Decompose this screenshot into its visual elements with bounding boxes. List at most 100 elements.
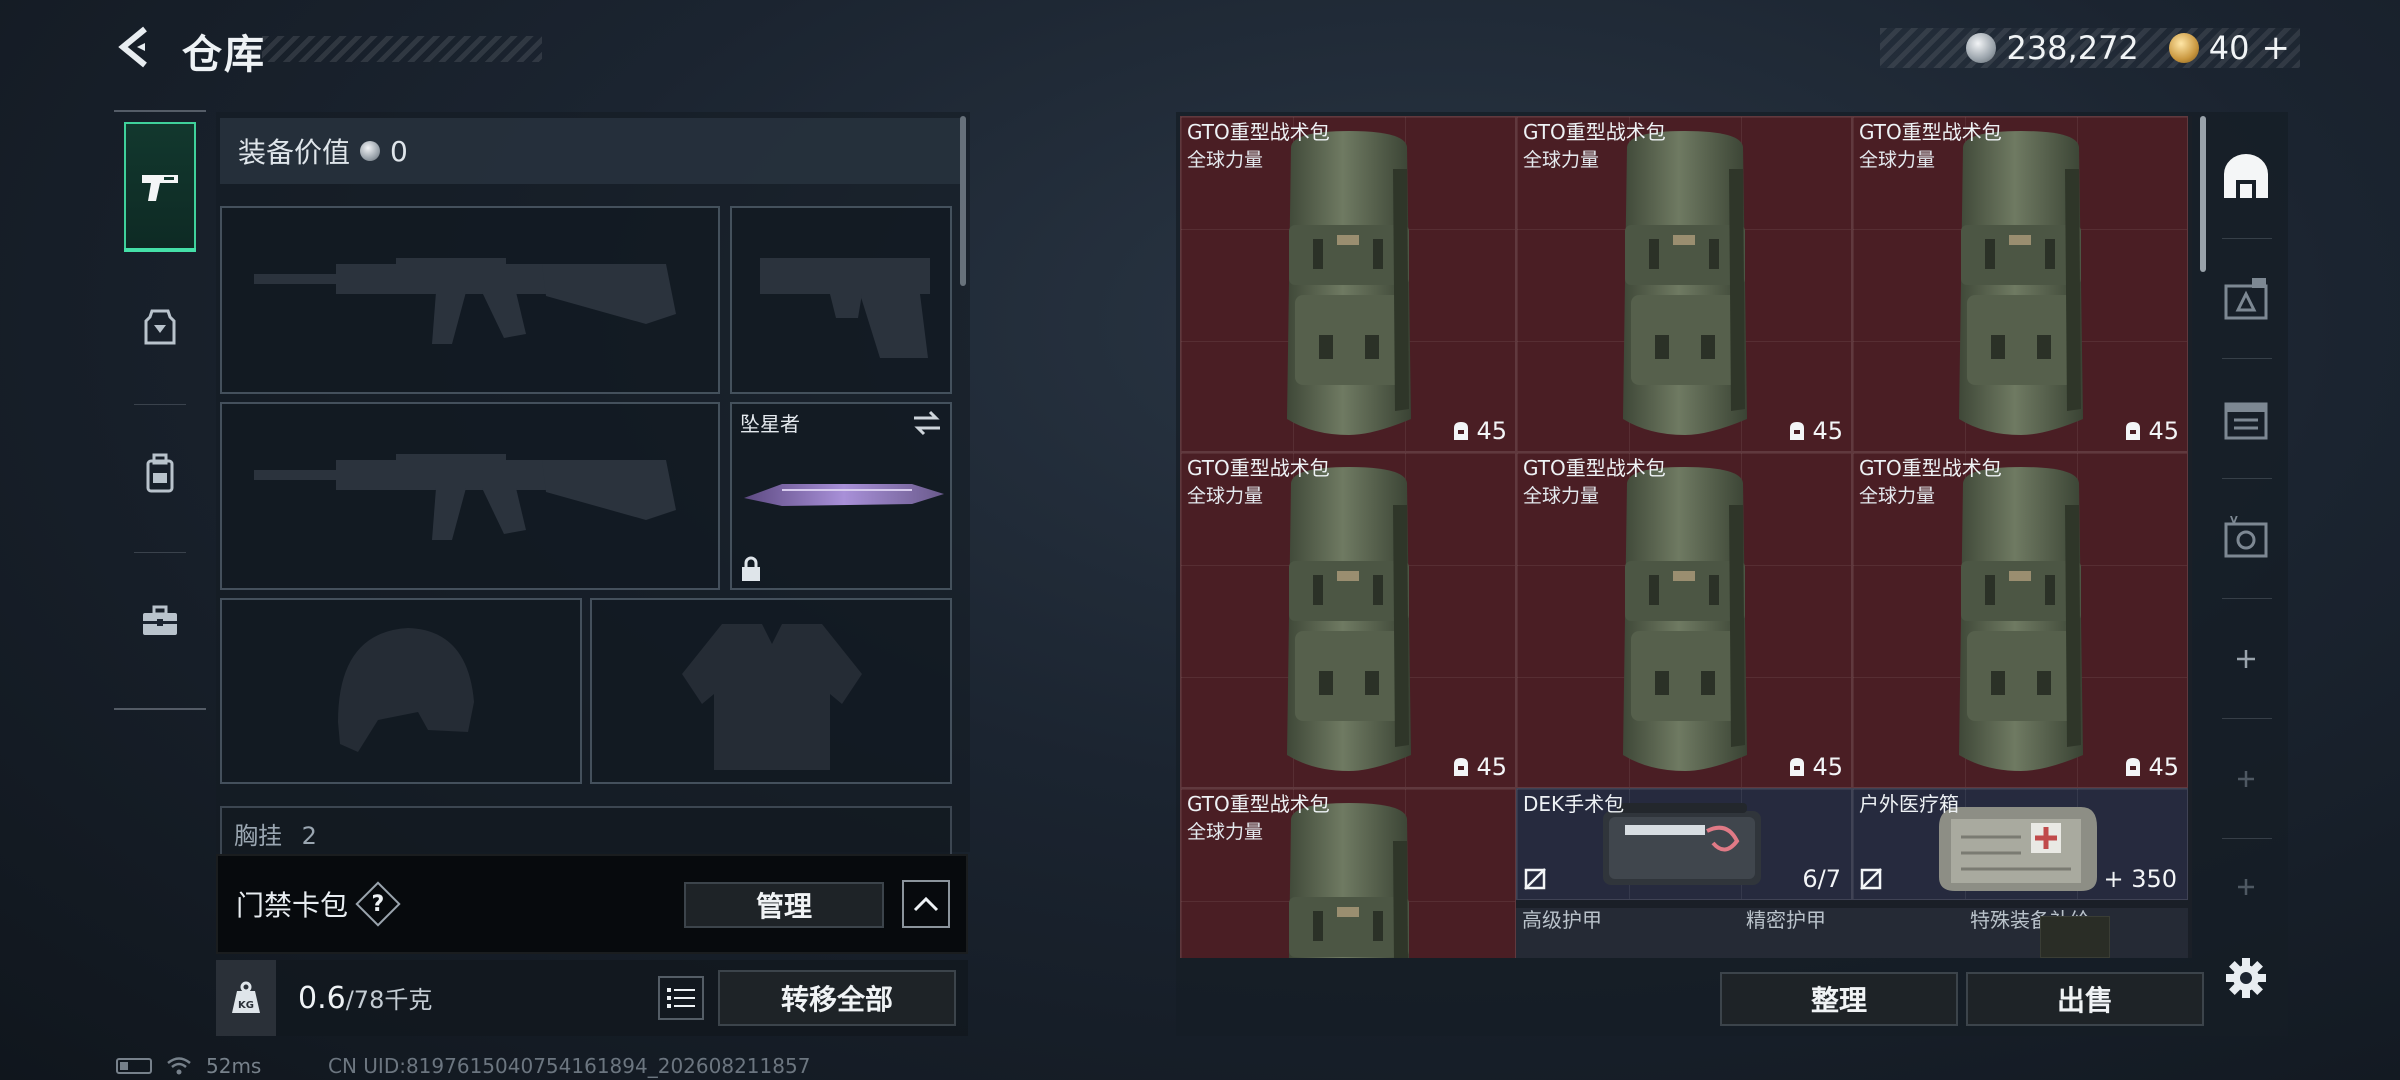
help-icon[interactable]: ? (355, 881, 401, 927)
stash-item-backpack[interactable]: GTO重型战术包 全球力量 45 (1180, 452, 1516, 788)
item-name: GTO重型战术包 (1187, 120, 1330, 144)
settings-button[interactable] (2222, 954, 2270, 1002)
no-use-icon (1860, 868, 1882, 890)
left-category-tabs (114, 110, 206, 710)
item-capacity-badge: 45 (1786, 417, 1843, 445)
add-currency-button[interactable]: + (2262, 28, 2291, 68)
backpack-icon (1959, 131, 2083, 435)
equipment-value-bar: 装备价值 0 (220, 118, 960, 184)
arrange-button[interactable]: 整理 (1720, 972, 1958, 1026)
tab-case[interactable] (124, 556, 196, 686)
weight-capacity: /78千克 (345, 986, 433, 1014)
item-uses: 6/7 (1802, 865, 1841, 893)
helmet-silhouette-icon (338, 628, 474, 752)
rifle-silhouette-icon (254, 258, 676, 344)
capacity-icon (2126, 758, 2141, 776)
no-use-icon (1524, 868, 1546, 890)
partial-item[interactable] (2040, 916, 2110, 958)
tab-stash-2[interactable] (2210, 244, 2282, 354)
primary-weapon-slot[interactable] (220, 206, 720, 394)
item-name: GTO重型战术包 (1859, 456, 2002, 480)
chest-rig-slot[interactable]: 胸挂 2 (220, 806, 952, 856)
silver-coin-icon (1966, 33, 1997, 63)
access-card-label: 门禁卡包 (236, 889, 349, 922)
add-stash-tab-button[interactable] (2210, 604, 2282, 714)
stash-home-icon (2224, 154, 2268, 198)
equipment-value-label: 装备价值 (238, 136, 351, 169)
armor-silhouette-icon (682, 624, 862, 770)
stash-grid: GTO重型战术包 全球力量 45 GTO重型战术包 全球力量 45 GTO重型战… (1180, 116, 2192, 958)
manage-button[interactable]: 管理 (684, 882, 884, 928)
item-brand: 全球力量 (1859, 485, 1936, 507)
add-stash-tab-button-2[interactable] (2210, 724, 2282, 834)
backpack-icon (1959, 467, 2083, 771)
item-name: GTO重型战术包 (1859, 120, 2002, 144)
item-name: 户外医疗箱 (1859, 792, 1959, 816)
secondary-weapon-slot[interactable] (220, 402, 720, 590)
wifi-icon (167, 1057, 191, 1075)
plus-icon (2238, 771, 2254, 787)
gold-coin-icon (2168, 33, 2199, 63)
backpack-icon (1287, 467, 1411, 771)
swap-icon[interactable] (912, 410, 942, 436)
item-capacity-badge: 45 (1450, 753, 1507, 781)
battery-icon (116, 1058, 152, 1074)
gold-currency-value: 40 (2208, 29, 2250, 67)
item-name: GTO重型战术包 (1187, 792, 1330, 816)
stash-scrollbar[interactable] (2200, 116, 2206, 272)
chevron-up-icon (913, 896, 939, 912)
backpack-icon (1287, 131, 1411, 435)
equipment-scrollbar[interactable] (960, 116, 966, 286)
silver-currency-value: 238,272 (2006, 29, 2139, 67)
item-capacity-badge: 45 (1450, 417, 1507, 445)
tab-stash-main[interactable] (2210, 122, 2282, 232)
collapse-button[interactable] (902, 880, 950, 928)
plus-icon (2238, 879, 2254, 895)
list-view-button[interactable] (658, 976, 704, 1020)
tab-armor[interactable] (124, 262, 196, 392)
briefcase-icon (143, 605, 177, 635)
item-capacity-badge: 45 (2122, 417, 2179, 445)
back-button[interactable] (112, 24, 158, 70)
capacity-icon (1454, 758, 1469, 776)
user-uid: CN UID:8197615040754161894_202608211857 (328, 1054, 811, 1078)
pistol-silhouette-icon (760, 258, 930, 358)
safe-icon: V (2224, 516, 2268, 558)
tab-stash-3[interactable] (2210, 364, 2282, 474)
capacity-icon (1454, 422, 1469, 440)
capacity-icon (1790, 422, 1805, 440)
stash-item-backpack[interactable]: GTO重型战术包 全球力量 45 (1852, 116, 2188, 452)
category-label: 高级护甲 (1522, 908, 1602, 932)
tab-weapons[interactable] (124, 122, 196, 252)
stash-item-backpack[interactable]: GTO重型战术包 全球力量 45 (1852, 452, 2188, 788)
stash-item-backpack[interactable]: GTO重型战术包 全球力量 45 (1180, 116, 1516, 452)
lock-icon (742, 556, 760, 581)
sell-button[interactable]: 出售 (1966, 972, 2204, 1026)
tab-backpack[interactable] (124, 408, 196, 538)
crate-icon (2224, 278, 2268, 320)
tab-stash-4[interactable]: V (2210, 484, 2282, 594)
item-capacity-badge: 45 (2122, 753, 2179, 781)
stash-item-backpack[interactable]: GTO重型战术包 全球力量 45 (1516, 116, 1852, 452)
cabinet-icon (2224, 402, 2268, 440)
item-capacity-badge: 45 (1786, 753, 1843, 781)
stash-item-backpack[interactable]: GTO重型战术包 全球力量 45 (1516, 452, 1852, 788)
weight-current: 0.6 (298, 981, 346, 1016)
stash-item-surgical-kit[interactable]: DEK手术包 6/7 (1516, 788, 1852, 900)
body-armor-slot[interactable] (590, 598, 952, 784)
svg-text:V: V (2230, 516, 2238, 526)
pistol-icon (142, 175, 178, 201)
add-stash-tab-button-3[interactable] (2210, 842, 2282, 932)
stash-item-field-medkit[interactable]: 户外医疗箱 + 350 (1852, 788, 2188, 900)
weight-kg-icon: KG (216, 960, 276, 1036)
item-name: GTO重型战术包 (1523, 120, 1666, 144)
helmet-slot[interactable] (220, 598, 582, 784)
weight-readout: 0.6/78千克 (298, 980, 432, 1016)
sidearm-slot[interactable] (730, 206, 952, 394)
currency-bar: 238,272 40 + (1880, 28, 2300, 68)
item-brand: 全球力量 (1187, 485, 1264, 507)
page-title: 仓库 (182, 32, 266, 78)
transfer-all-button[interactable]: 转移全部 (718, 970, 956, 1026)
stash-item-backpack[interactable]: GTO重型战术包 全球力量 (1180, 788, 1516, 958)
melee-slot[interactable]: 坠星者 (730, 402, 952, 590)
